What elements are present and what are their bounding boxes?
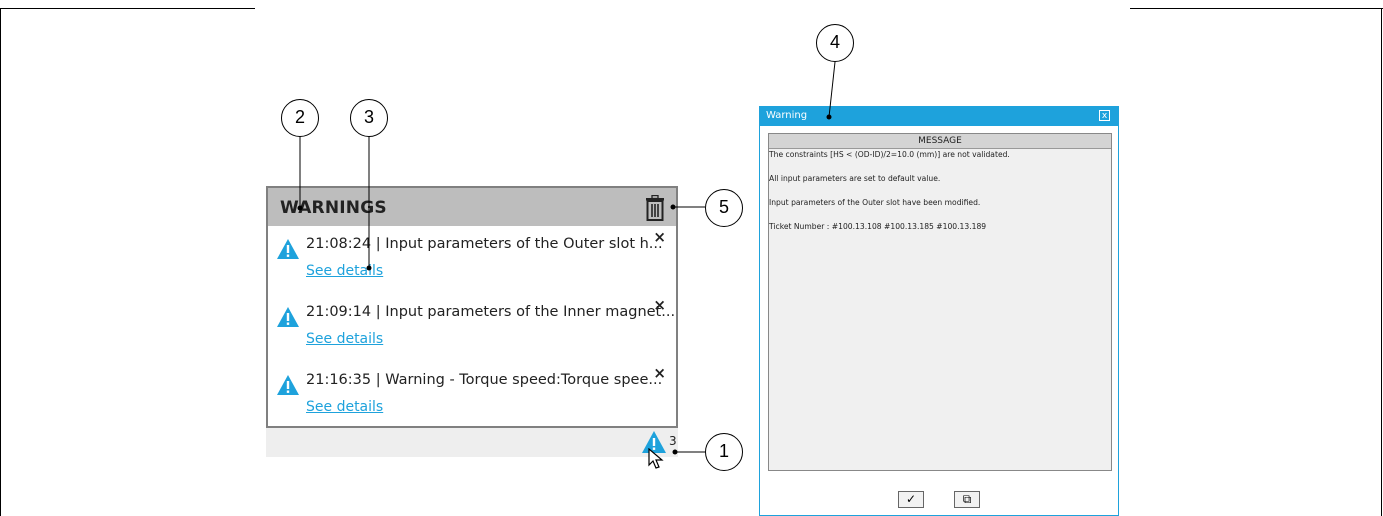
warning-triangle-icon	[277, 375, 299, 395]
warning-message: 21:08:24 | Input parameters of the Outer…	[306, 236, 663, 252]
warning-message: 21:09:14 | Input parameters of the Inner…	[306, 304, 676, 320]
ok-button[interactable]: ✓	[898, 491, 924, 508]
warning-triangle-icon	[277, 239, 299, 259]
callout-5: 5	[705, 189, 743, 227]
close-icon[interactable]: ×	[653, 228, 666, 246]
dialog-title: Warning	[766, 110, 808, 121]
see-details-link[interactable]: See details	[306, 263, 383, 279]
warning-item: 21:16:35 | Warning - Torque speed:Torque…	[268, 364, 676, 436]
warning-dialog: Warning x MESSAGE The constraints [HS < …	[759, 106, 1119, 516]
callout-1: 1	[705, 433, 743, 471]
close-icon[interactable]: ×	[653, 364, 666, 382]
column-header-message[interactable]: MESSAGE	[769, 134, 1111, 149]
see-details-link[interactable]: See details	[306, 331, 383, 347]
layers-button[interactable]: ⧉	[954, 491, 980, 508]
panel-title: WARNINGS	[280, 198, 387, 218]
status-bar	[266, 428, 678, 457]
warning-triangle-icon	[277, 307, 299, 327]
message-table: MESSAGE The constraints [HS < (OD-ID)/2=…	[768, 133, 1112, 471]
dialog-title-bar[interactable]: Warning x	[760, 107, 1118, 126]
warnings-panel: WARNINGS 21:08:24 | Input parameters of …	[266, 186, 678, 428]
warning-item: 21:08:24 | Input parameters of the Outer…	[268, 228, 676, 300]
message-line: Input parameters of the Outer slot have …	[769, 198, 981, 207]
layers-icon: ⧉	[962, 492, 972, 506]
close-icon[interactable]: ×	[653, 296, 666, 314]
cursor-icon	[648, 448, 664, 469]
message-line: All input parameters are set to default …	[769, 174, 941, 183]
message-line: Ticket Number : #100.13.108 #100.13.185 …	[769, 222, 987, 231]
see-details-link[interactable]: See details	[306, 399, 383, 415]
frame-line	[0, 8, 255, 9]
warnings-panel-header: WARNINGS	[268, 188, 676, 226]
warning-count: 3	[669, 434, 677, 448]
frame-line	[1381, 8, 1382, 516]
message-line: The constraints [HS < (OD-ID)/2=10.0 (mm…	[769, 150, 1010, 159]
warning-item: 21:09:14 | Input parameters of the Inner…	[268, 296, 676, 368]
close-icon[interactable]: x	[1099, 110, 1110, 121]
callout-4: 4	[816, 24, 854, 62]
frame-line	[1130, 8, 1383, 9]
warning-message: 21:16:35 | Warning - Torque speed:Torque…	[306, 372, 663, 388]
check-icon: ✓	[905, 492, 917, 506]
callout-leader-lines	[297, 61, 836, 455]
callout-3: 3	[350, 99, 388, 137]
trash-icon[interactable]	[644, 195, 666, 221]
frame-line	[0, 8, 1, 516]
callout-2: 2	[281, 99, 319, 137]
